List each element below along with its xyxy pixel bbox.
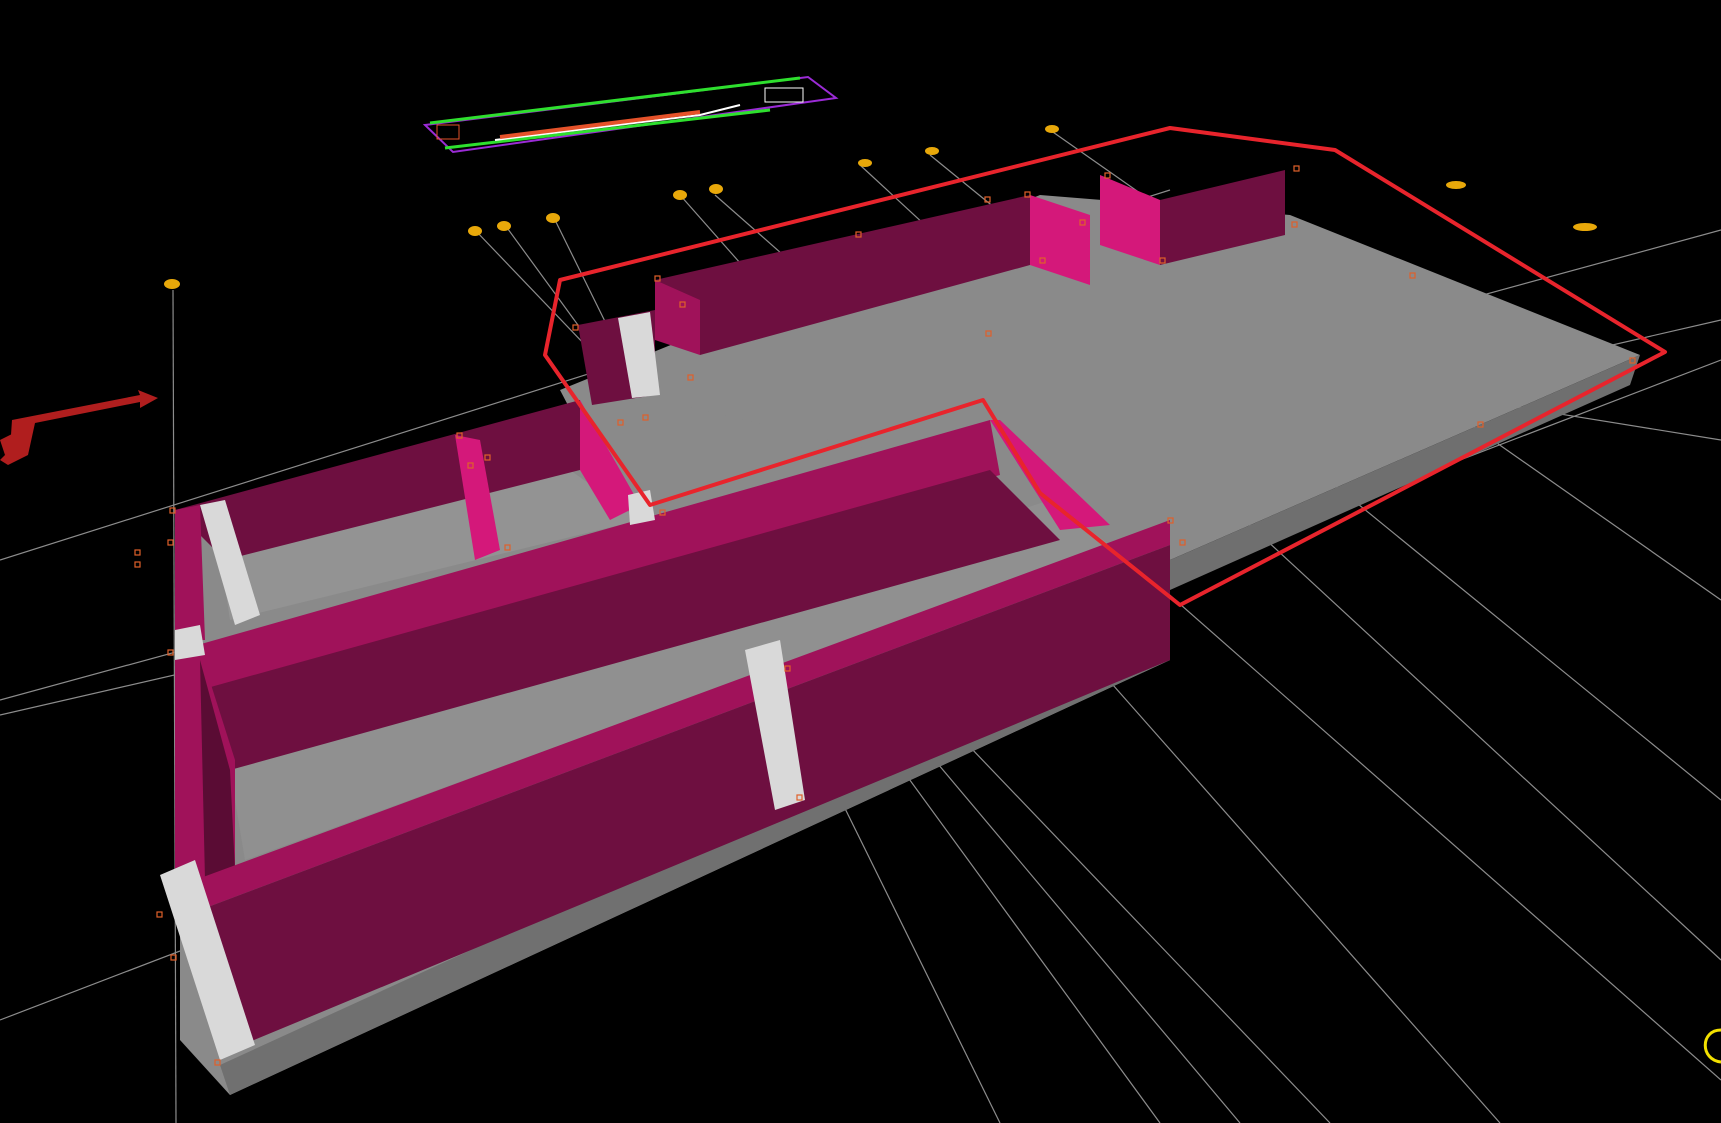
3d-viewport[interactable] [0, 0, 1721, 1123]
